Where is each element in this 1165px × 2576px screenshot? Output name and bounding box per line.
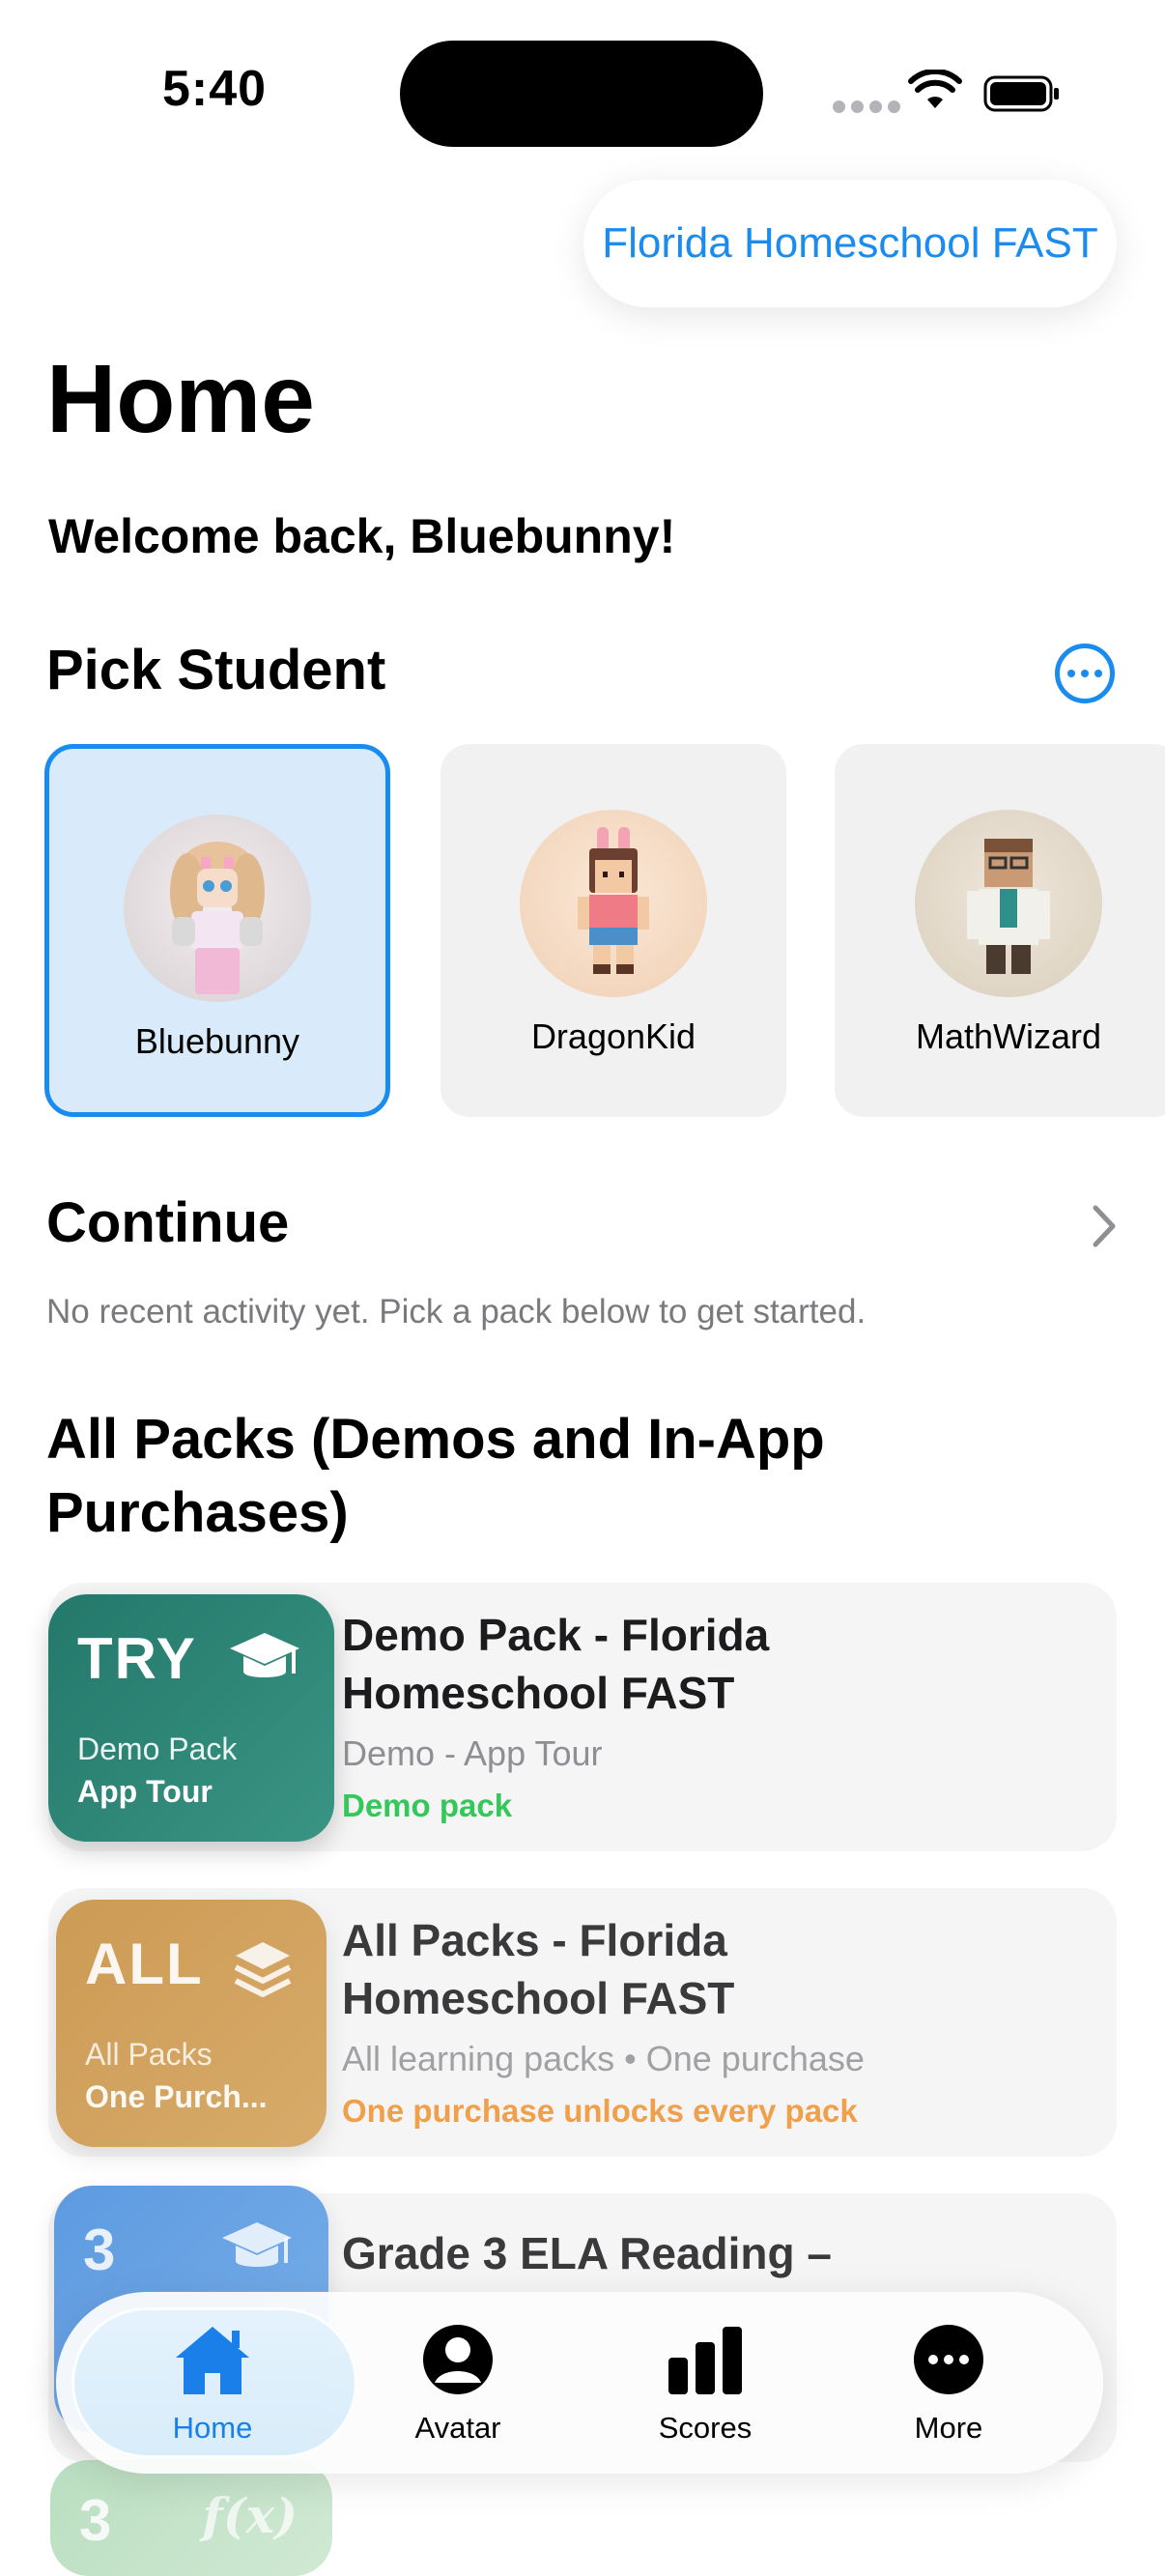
pick-student-heading: Pick Student: [46, 639, 386, 701]
avatar: [124, 815, 311, 1002]
graduation-cap-icon: [230, 1633, 299, 1677]
pack-title: Grade 3 ELA Reading –: [342, 2228, 832, 2278]
tab-avatar[interactable]: Avatar: [361, 2319, 554, 2446]
bar-chart-icon: [668, 2327, 742, 2394]
ellipsis-circle-icon[interactable]: [1055, 644, 1115, 703]
tab-label: More: [914, 2411, 983, 2445]
continue-empty-hint: No recent activity yet. Pick a pack belo…: [46, 1293, 867, 1331]
graduation-cap-icon: [222, 2222, 292, 2267]
continue-heading: Continue: [46, 1191, 290, 1254]
wifi-icon: [908, 70, 962, 108]
tab-label: Scores: [658, 2411, 753, 2445]
house-icon: [176, 2327, 249, 2394]
student-card-bluebunny[interactable]: Bluebunny: [44, 744, 390, 1117]
all-packs-heading: All Packs (Demos and In-App Purchases): [46, 1408, 825, 1544]
tile-label: 3: [79, 2488, 114, 2553]
student-card-dragonkid[interactable]: DragonKid: [440, 744, 786, 1117]
pack-tile-demo[interactable]: TRY Demo Pack App Tour: [48, 1594, 334, 1842]
student-name: MathWizard: [915, 1016, 1102, 1056]
cellular-signal-icon: [833, 100, 900, 113]
tile-label: ALL: [85, 1932, 204, 1996]
page-title: Home: [46, 345, 315, 453]
tab-home[interactable]: Home: [116, 2319, 309, 2446]
student-card-mathwizard[interactable]: MathWizard: [835, 744, 1165, 1117]
pack-tile-grade3-math[interactable]: 3 f(x): [50, 2460, 332, 2576]
student-name: DragonKid: [530, 1016, 696, 1056]
tile-subtitle: Demo Pack: [77, 1732, 238, 1766]
state-selector-button[interactable]: Florida Homeschool FAST: [583, 180, 1117, 307]
tile-label: TRY: [77, 1626, 197, 1691]
stack-layers-icon: [234, 1942, 292, 1997]
pack-title: Demo Pack - Florida Homeschool FAST: [342, 1610, 770, 1718]
avatar: [915, 810, 1102, 997]
chevron-right-icon[interactable]: [1090, 1202, 1119, 1250]
function-icon: f(x): [202, 2487, 298, 2544]
tab-label: Avatar: [414, 2411, 501, 2445]
dynamic-island: [400, 41, 763, 147]
tab-scores[interactable]: Scores: [609, 2319, 802, 2446]
ellipsis-circle-icon: [914, 2325, 983, 2394]
pack-subtitle: Demo - App Tour: [342, 1733, 603, 1773]
pack-tile-all[interactable]: ALL All Packs One Purch...: [56, 1900, 327, 2147]
tile-caption: App Tour: [77, 1774, 213, 1809]
tile-label: 3: [83, 2218, 118, 2282]
avatar: [520, 810, 707, 997]
person-circle-icon: [423, 2325, 493, 2394]
status-time: 5:40: [162, 61, 268, 117]
tab-more[interactable]: More: [852, 2319, 1045, 2446]
pack-tag: Demo pack: [342, 1788, 513, 1823]
pack-title: All Packs - Florida Homeschool FAST: [342, 1915, 735, 2023]
tile-subtitle: All Packs: [85, 2037, 213, 2072]
tab-label: Home: [172, 2411, 253, 2445]
pack-subtitle: All learning packs • One purchase: [342, 2039, 865, 2078]
welcome-message: Welcome back, Bluebunny!: [48, 509, 676, 563]
battery-icon: [983, 75, 1059, 112]
tile-caption: One Purch...: [85, 2079, 268, 2114]
pack-tag: One purchase unlocks every pack: [342, 2093, 858, 2129]
student-name: Bluebunny: [134, 1021, 300, 1061]
